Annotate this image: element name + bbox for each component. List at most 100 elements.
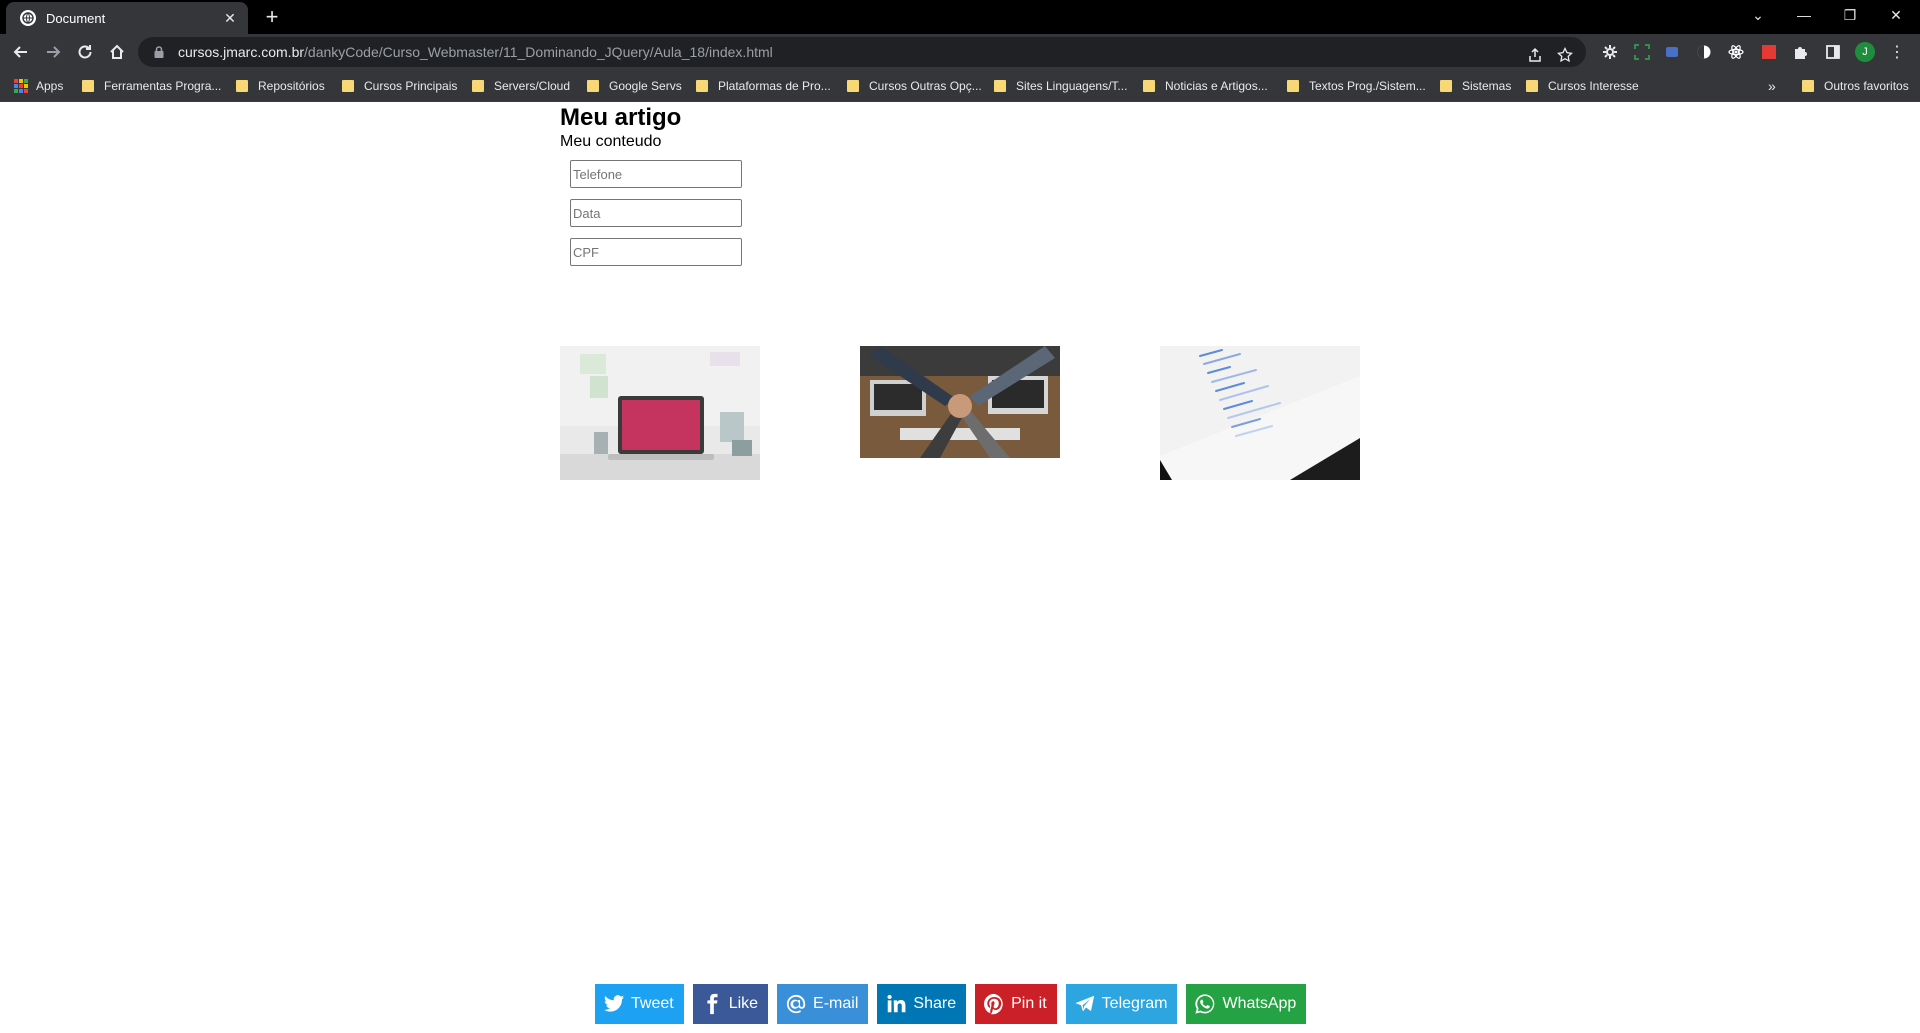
bookmark-label: Repositórios [258,79,325,93]
home-button[interactable] [103,38,131,66]
bookmark-folder[interactable]: Plataformas de Pro... [696,70,831,102]
like-button[interactable]: Like [692,984,769,1024]
bookmark-folder[interactable]: Sites Linguagens/T... [994,70,1127,102]
bookmark-folder[interactable]: Ferramentas Progra... [82,70,221,102]
tab-close-icon[interactable]: ✕ [222,10,238,27]
folder-icon [1143,80,1155,92]
bookmarks-bar: Apps Ferramentas Progra... Repositórios … [0,70,1920,102]
bookmark-label: Cursos Principais [364,79,458,93]
tab-title: Document [46,10,106,26]
folder-icon [342,80,354,92]
bookmark-folder[interactable]: Cursos Interesse [1526,70,1639,102]
screenshot-extension-icon[interactable] [1632,42,1652,62]
folder-icon [82,80,94,92]
cpf-input[interactable] [570,238,742,266]
share-page-icon[interactable] [1524,44,1546,66]
bookmark-folder[interactable]: Noticias e Artigos... [1143,70,1268,102]
linkedin-icon [887,994,906,1013]
react-devtools-icon[interactable] [1726,42,1746,62]
bookmark-star-icon[interactable] [1554,44,1576,66]
telegram-icon [1075,995,1094,1012]
bookmark-folder[interactable]: Textos Prog./Sistem... [1287,70,1426,102]
article-title: Meu artigo [560,104,682,131]
bookmark-label: Noticias e Artigos... [1165,79,1268,93]
folder-icon [1440,80,1452,92]
bookmark-apps[interactable]: Apps [14,70,63,102]
bookmark-folder[interactable]: Cursos Principais [342,70,457,102]
tab-strip: Document ✕ + ⌄ — ❐ ✕ [0,0,1920,34]
bookmark-label: Outros favoritos [1824,79,1909,93]
arrow-right-icon [47,46,61,58]
date-input[interactable] [570,199,742,227]
facebook-icon [707,993,718,1015]
bookmarks-overflow-button[interactable]: » [1768,70,1776,102]
forward-button[interactable] [39,38,67,66]
linkedin-share-label: Share [913,995,957,1012]
url-text: cursos.jmarc.com.br/dankyCode/Curso_Webm… [178,44,773,60]
tweet-label: Tweet [631,995,674,1012]
address-bar[interactable]: cursos.jmarc.com.br/dankyCode/Curso_Webm… [138,37,1586,67]
arrow-left-icon [13,46,27,58]
folder-icon [236,80,248,92]
apps-grid-icon [14,79,28,93]
bookmark-label: Cursos Outras Opç... [869,79,982,93]
back-button[interactable] [7,38,35,66]
reload-button[interactable] [71,38,99,66]
code-screen-image [1160,346,1360,480]
pin-it-button[interactable]: Pin it [975,984,1057,1024]
folder-icon [472,80,484,92]
article: Meu artigo Meu conteudo [560,104,681,152]
side-panel-icon[interactable] [1823,42,1843,62]
email-button[interactable]: E-mail [777,984,869,1024]
new-tab-button[interactable]: + [258,4,286,32]
folder-icon [1287,80,1299,92]
phone-input[interactable] [570,160,742,188]
more-menu-icon[interactable]: ⋮ [1887,42,1907,62]
bookmark-folder[interactable]: Repositórios [236,70,325,102]
at-sign-icon [786,994,806,1014]
bookmark-label: Textos Prog./Sistem... [1309,79,1426,93]
folder-icon [1802,80,1814,92]
bookmark-label: Servers/Cloud [494,79,571,93]
dark-mode-extension-icon[interactable] [1694,42,1714,62]
bookmark-other-favorites[interactable]: Outros favoritos [1802,70,1909,102]
profile-initial: J [1855,42,1875,62]
gear-icon[interactable] [1600,42,1620,62]
telegram-button[interactable]: Telegram [1065,984,1178,1024]
browser-toolbar: cursos.jmarc.com.br/dankyCode/Curso_Webm… [0,34,1920,70]
pin-it-label: Pin it [1011,995,1047,1012]
folder-icon [1526,80,1538,92]
email-label: E-mail [813,995,859,1012]
lock-icon [154,46,164,58]
whatsapp-button[interactable]: WhatsApp [1186,984,1307,1024]
close-window-button[interactable]: ✕ [1873,0,1919,30]
profile-avatar[interactable]: J [1855,42,1875,62]
bookmark-folder[interactable]: Sistemas [1440,70,1511,102]
tab-document[interactable]: Document ✕ [6,2,248,34]
reload-icon [78,45,92,59]
folder-icon [847,80,859,92]
tab-search-icon[interactable]: ⌄ [1735,0,1781,30]
bookmark-label: Sites Linguagens/T... [1016,79,1128,93]
bookmark-folder[interactable]: Google Servs [587,70,682,102]
minimize-button[interactable]: — [1781,0,1827,30]
article-content: Meu conteudo [560,133,662,150]
translate-extension-icon[interactable] [1662,42,1682,62]
laptop-desk-image [560,346,760,480]
bookmark-folder[interactable]: Servers/Cloud [472,70,570,102]
globe-icon [20,10,36,26]
whatsapp-label: WhatsApp [1222,995,1297,1012]
red-extension-icon[interactable] [1759,42,1779,62]
bookmark-folder[interactable]: Cursos Outras Opç... [847,70,982,102]
tweet-button[interactable]: Tweet [595,984,684,1024]
puzzle-icon[interactable] [1791,42,1811,62]
bookmark-label: Plataformas de Pro... [718,79,831,93]
linkedin-share-button[interactable]: Share [877,984,967,1024]
bookmark-label: Sistemas [1462,79,1512,93]
whatsapp-icon [1195,994,1215,1014]
folder-icon [696,80,708,92]
home-icon [110,44,124,59]
pinterest-icon [984,993,1003,1015]
restore-button[interactable]: ❐ [1827,0,1873,30]
team-hands-image [860,346,1060,458]
